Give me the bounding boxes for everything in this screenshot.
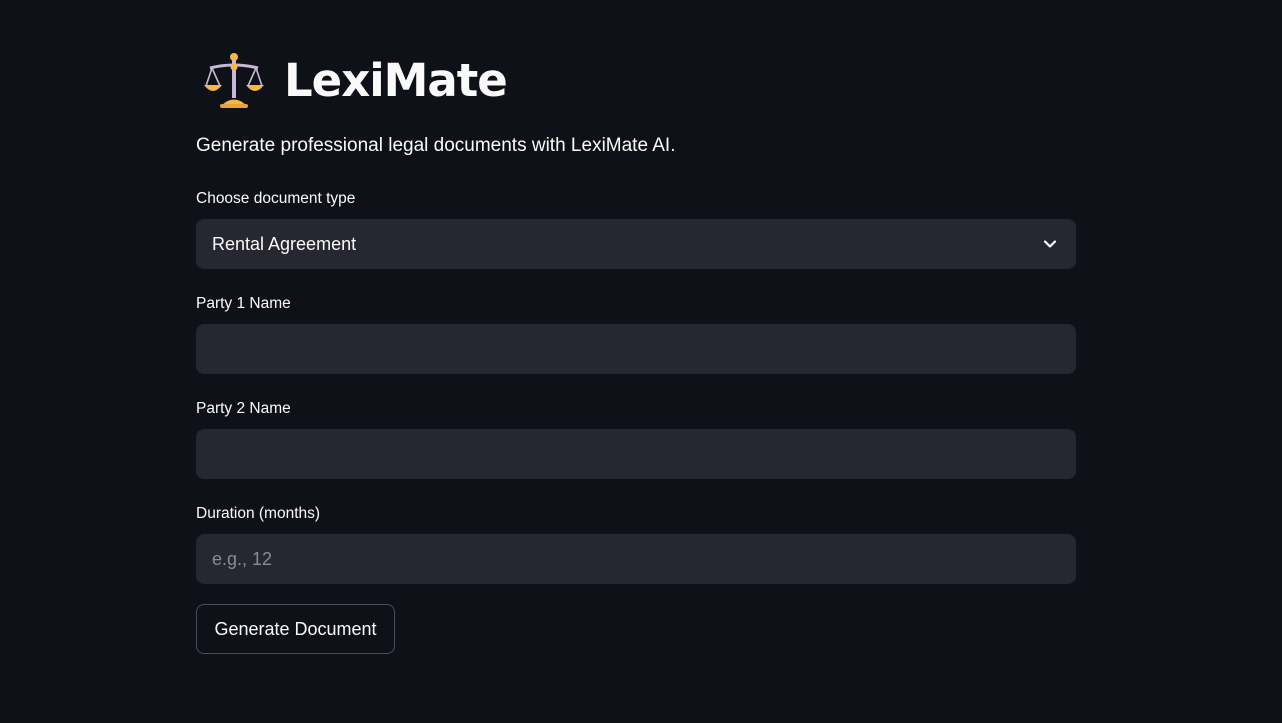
document-type-label: Choose document type (196, 190, 356, 207)
page-subtitle: Generate professional legal documents wi… (196, 135, 676, 156)
page-title: LexiMate (284, 53, 508, 107)
duration-label: Duration (months) (196, 505, 321, 522)
party1-name-field-wrapper (196, 324, 1076, 374)
document-type-select[interactable]: Rental Agreement (196, 219, 1076, 269)
generate-document-button[interactable]: Generate Document (196, 604, 395, 654)
party1-name-input[interactable] (196, 324, 1076, 374)
party1-name-label: Party 1 Name (196, 295, 291, 312)
party2-name-input[interactable] (196, 429, 1076, 479)
document-type-selected-value: Rental Agreement (212, 234, 357, 254)
party2-name-label: Party 2 Name (196, 400, 291, 417)
duration-input[interactable] (196, 534, 1076, 584)
balance-scale-icon (202, 48, 266, 112)
duration-field-wrapper (196, 534, 1076, 584)
party2-name-field-wrapper (196, 429, 1076, 479)
page-header: LexiMate (196, 44, 508, 116)
chevron-down-icon (1042, 236, 1058, 252)
